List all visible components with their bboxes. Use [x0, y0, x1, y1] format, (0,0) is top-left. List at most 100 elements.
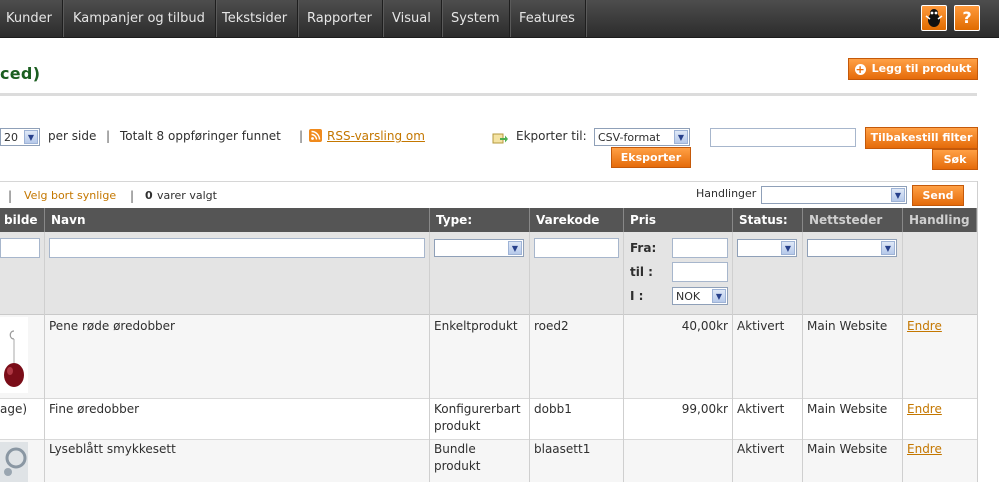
per-page-select[interactable]: 20 ▼ — [0, 128, 40, 146]
column-divider — [429, 232, 430, 482]
chevron-down-icon: ▼ — [24, 130, 38, 144]
add-product-button[interactable]: + Legg til produkt — [848, 58, 978, 80]
top-navigation: Kunder Kampanjer og tilbud Tekstsider Ra… — [0, 0, 999, 38]
plus-icon: + — [854, 63, 866, 76]
product-type: Bundle produkt — [434, 442, 481, 473]
reset-filter-button[interactable]: Tilbakestill filter — [865, 127, 978, 149]
nav-item-system[interactable]: System — [441, 0, 511, 37]
column-header-sku[interactable]: Varekode — [530, 208, 624, 232]
selected-label: varer valgt — [157, 189, 217, 202]
nav-item-customers[interactable]: Kunder — [0, 0, 63, 37]
nav-item-visual[interactable]: Visual — [382, 0, 442, 37]
currency-label: I : — [630, 289, 644, 303]
chevron-down-icon: ▼ — [881, 241, 895, 255]
column-divider — [732, 232, 733, 482]
chevron-down-icon: ▼ — [508, 241, 522, 255]
column-header-action: Handling — [903, 208, 977, 232]
column-header-status[interactable]: Status: — [733, 208, 803, 232]
chevron-down-icon: ▼ — [891, 188, 905, 202]
product-name: Pene røde øredobber — [49, 319, 175, 333]
column-divider — [623, 232, 624, 482]
chevron-down-icon: ▼ — [712, 289, 726, 303]
product-website: Main Website — [807, 402, 888, 416]
status-filter-select[interactable]: ▼ — [737, 239, 797, 257]
separator: | — [8, 189, 13, 203]
per-page-label: per side — [48, 129, 97, 143]
unselect-visible-link[interactable]: Velg bort synlige — [24, 189, 116, 202]
product-sku: roed2 — [534, 319, 569, 333]
export-format-select[interactable]: CSV-format ▼ — [594, 128, 690, 146]
divider — [0, 93, 977, 96]
total-records: Totalt 8 oppføringer funnet — [120, 129, 281, 143]
price-to-input[interactable] — [672, 262, 728, 282]
product-thumbnail — [0, 317, 28, 393]
column-header-type[interactable]: Type: — [430, 208, 530, 232]
selected-count: 0 — [145, 189, 153, 202]
product-type: Konfigurerbart produkt — [434, 402, 521, 433]
product-type: Enkeltprodukt — [434, 319, 518, 333]
column-divider — [44, 232, 45, 482]
page-title: ced) — [0, 64, 41, 83]
export-icon — [492, 131, 508, 145]
chevron-down-icon: ▼ — [781, 241, 795, 255]
edit-link[interactable]: Endre — [907, 401, 942, 418]
filter-row: ▼ Fra: til : I : NOK ▼ ▼ ▼ — [0, 232, 977, 315]
per-page-value: 20 — [4, 131, 18, 144]
export-label: Ekporter til: — [516, 129, 587, 143]
product-sku: dobb1 — [534, 402, 572, 416]
product-website: Main Website — [807, 319, 888, 333]
type-filter-select[interactable]: ▼ — [434, 239, 524, 257]
price-from-label: Fra: — [630, 241, 657, 255]
websites-filter-select[interactable]: ▼ — [807, 239, 897, 257]
rss-link[interactable]: RSS-varsling om — [327, 129, 425, 143]
table-row[interactable]: Lyseblått smykkesett Bundle produkt blaa… — [0, 440, 977, 482]
bug-icon[interactable] — [921, 5, 947, 31]
mass-action-bar: | Velg bort synlige | 0 varer valgt Hand… — [0, 181, 977, 209]
nav-item-promotions[interactable]: Kampanjer og tilbud — [63, 0, 216, 37]
product-status: Aktivert — [737, 442, 785, 456]
edit-link[interactable]: Endre — [907, 318, 942, 335]
search-input[interactable] — [710, 128, 856, 147]
product-status: Aktivert — [737, 319, 785, 333]
actions-select[interactable]: ▼ — [761, 186, 907, 204]
image-filter-input[interactable] — [0, 238, 40, 258]
product-price: 40,00kr — [681, 319, 728, 333]
product-price: 99,00kr — [681, 402, 728, 416]
rss-icon — [309, 129, 322, 142]
nav-item-features[interactable]: Features — [509, 0, 586, 37]
column-header-websites: Nettsteder — [803, 208, 903, 232]
column-divider — [902, 232, 903, 482]
product-sku: blaasett1 — [534, 442, 591, 456]
product-status: Aktivert — [737, 402, 785, 416]
product-thumbnail — [0, 442, 28, 482]
search-button[interactable]: Søk — [932, 149, 978, 170]
table-row[interactable]: Pene røde øredobber Enkeltprodukt roed2 … — [0, 315, 977, 399]
table-row[interactable]: age) Fine øredobber Konfigurerbart produ… — [0, 399, 977, 440]
nav-item-reports[interactable]: Rapporter — [297, 0, 383, 37]
currency-select[interactable]: NOK ▼ — [672, 287, 728, 305]
nav-item-cms-pages[interactable]: Tekstsider — [212, 0, 299, 37]
help-icon[interactable]: ? — [954, 5, 980, 31]
edit-link[interactable]: Endre — [907, 441, 942, 458]
export-button[interactable]: Eksporter — [611, 147, 691, 168]
column-divider — [529, 232, 530, 482]
currency-value: NOK — [676, 290, 701, 303]
product-image-label: age) — [0, 402, 28, 416]
price-to-label: til : — [630, 265, 653, 279]
column-header-image[interactable]: bilde — [0, 208, 45, 232]
product-name: Fine øredobber — [49, 402, 140, 416]
separator: | — [130, 189, 135, 203]
chevron-down-icon: ▼ — [674, 130, 688, 144]
export-format-value: CSV-format — [598, 131, 661, 144]
sku-filter-input[interactable] — [534, 238, 619, 258]
add-product-label: Legg til produkt — [871, 62, 972, 75]
price-from-input[interactable] — [672, 238, 728, 258]
product-name: Lyseblått smykkesett — [49, 442, 176, 456]
separator: | — [299, 129, 304, 143]
actions-label: Handlinger — [696, 187, 757, 200]
product-website: Main Website — [807, 442, 888, 456]
name-filter-input[interactable] — [49, 238, 425, 258]
column-header-price[interactable]: Pris — [624, 208, 733, 232]
send-button[interactable]: Send — [912, 185, 964, 206]
column-header-name[interactable]: Navn — [45, 208, 430, 232]
